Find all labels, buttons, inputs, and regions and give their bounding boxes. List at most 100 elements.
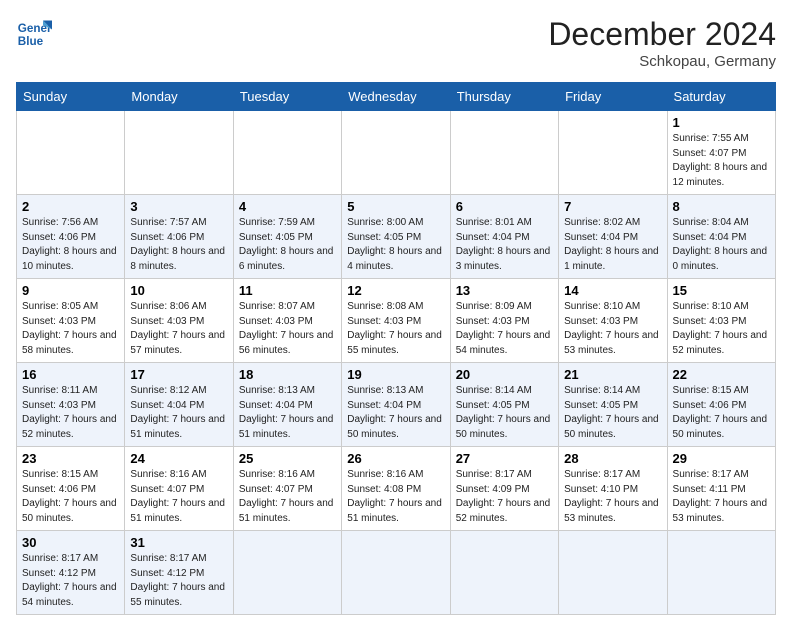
table-row: [450, 531, 558, 615]
day-number: 8: [673, 199, 770, 214]
table-row: 18 Sunrise: 8:13 AM Sunset: 4:04 PM Dayl…: [233, 363, 341, 447]
col-sunday: Sunday: [17, 83, 125, 111]
table-row: 6 Sunrise: 8:01 AM Sunset: 4:04 PM Dayli…: [450, 195, 558, 279]
table-row: 17 Sunrise: 8:12 AM Sunset: 4:04 PM Dayl…: [125, 363, 233, 447]
table-row: 1 Sunrise: 7:55 AM Sunset: 4:07 PM Dayli…: [667, 111, 775, 195]
table-row: [342, 531, 450, 615]
day-number: 25: [239, 451, 336, 466]
table-row: 27 Sunrise: 8:17 AM Sunset: 4:09 PM Dayl…: [450, 447, 558, 531]
day-info: Sunrise: 7:57 AM Sunset: 4:06 PM Dayligh…: [130, 216, 227, 274]
day-info: Sunrise: 8:02 AM Sunset: 4:04 PM Dayligh…: [564, 216, 661, 274]
table-row: 15 Sunrise: 8:10 AM Sunset: 4:03 PM Dayl…: [667, 279, 775, 363]
table-row: 9 Sunrise: 8:05 AM Sunset: 4:03 PM Dayli…: [17, 279, 125, 363]
table-row: 28 Sunrise: 8:17 AM Sunset: 4:10 PM Dayl…: [559, 447, 667, 531]
table-row: 22 Sunrise: 8:15 AM Sunset: 4:06 PM Dayl…: [667, 363, 775, 447]
calendar-week-row: 23 Sunrise: 8:15 AM Sunset: 4:06 PM Dayl…: [17, 447, 776, 531]
day-number: 4: [239, 199, 336, 214]
day-number: 18: [239, 367, 336, 382]
day-info: Sunrise: 8:10 AM Sunset: 4:03 PM Dayligh…: [673, 300, 770, 358]
day-info: Sunrise: 7:59 AM Sunset: 4:05 PM Dayligh…: [239, 216, 336, 274]
day-info: Sunrise: 8:16 AM Sunset: 4:08 PM Dayligh…: [347, 468, 444, 526]
day-number: 23: [22, 451, 119, 466]
day-info: Sunrise: 7:55 AM Sunset: 4:07 PM Dayligh…: [673, 132, 770, 190]
day-number: 14: [564, 283, 661, 298]
day-info: Sunrise: 8:17 AM Sunset: 4:09 PM Dayligh…: [456, 468, 553, 526]
table-row: [667, 531, 775, 615]
col-wednesday: Wednesday: [342, 83, 450, 111]
table-row: 20 Sunrise: 8:14 AM Sunset: 4:05 PM Dayl…: [450, 363, 558, 447]
calendar-week-row: 30 Sunrise: 8:17 AM Sunset: 4:12 PM Dayl…: [17, 531, 776, 615]
month-title: December 2024: [548, 16, 776, 53]
table-row: 16 Sunrise: 8:11 AM Sunset: 4:03 PM Dayl…: [17, 363, 125, 447]
day-info: Sunrise: 8:16 AM Sunset: 4:07 PM Dayligh…: [239, 468, 336, 526]
table-row: 24 Sunrise: 8:16 AM Sunset: 4:07 PM Dayl…: [125, 447, 233, 531]
day-info: Sunrise: 8:16 AM Sunset: 4:07 PM Dayligh…: [130, 468, 227, 526]
day-number: 22: [673, 367, 770, 382]
table-row: 4 Sunrise: 7:59 AM Sunset: 4:05 PM Dayli…: [233, 195, 341, 279]
col-friday: Friday: [559, 83, 667, 111]
day-info: Sunrise: 8:06 AM Sunset: 4:03 PM Dayligh…: [130, 300, 227, 358]
col-thursday: Thursday: [450, 83, 558, 111]
day-number: 17: [130, 367, 227, 382]
calendar-header-row: Sunday Monday Tuesday Wednesday Thursday…: [17, 83, 776, 111]
table-row: [233, 531, 341, 615]
table-row: 11 Sunrise: 8:07 AM Sunset: 4:03 PM Dayl…: [233, 279, 341, 363]
table-row: 14 Sunrise: 8:10 AM Sunset: 4:03 PM Dayl…: [559, 279, 667, 363]
day-number: 5: [347, 199, 444, 214]
day-number: 26: [347, 451, 444, 466]
calendar-table: Sunday Monday Tuesday Wednesday Thursday…: [16, 82, 776, 615]
table-row: [233, 111, 341, 195]
day-number: 13: [456, 283, 553, 298]
day-info: Sunrise: 8:01 AM Sunset: 4:04 PM Dayligh…: [456, 216, 553, 274]
day-info: Sunrise: 8:12 AM Sunset: 4:04 PM Dayligh…: [130, 384, 227, 442]
calendar-week-row: 9 Sunrise: 8:05 AM Sunset: 4:03 PM Dayli…: [17, 279, 776, 363]
day-info: Sunrise: 8:14 AM Sunset: 4:05 PM Dayligh…: [564, 384, 661, 442]
logo-icon: General Blue: [16, 16, 52, 52]
day-number: 24: [130, 451, 227, 466]
table-row: 25 Sunrise: 8:16 AM Sunset: 4:07 PM Dayl…: [233, 447, 341, 531]
day-info: Sunrise: 8:04 AM Sunset: 4:04 PM Dayligh…: [673, 216, 770, 274]
table-row: [342, 111, 450, 195]
table-row: 29 Sunrise: 8:17 AM Sunset: 4:11 PM Dayl…: [667, 447, 775, 531]
page-header: General Blue December 2024 Schkopau, Ger…: [16, 16, 776, 70]
calendar-week-row: 16 Sunrise: 8:11 AM Sunset: 4:03 PM Dayl…: [17, 363, 776, 447]
day-info: Sunrise: 8:09 AM Sunset: 4:03 PM Dayligh…: [456, 300, 553, 358]
col-saturday: Saturday: [667, 83, 775, 111]
table-row: [17, 111, 125, 195]
day-number: 27: [456, 451, 553, 466]
table-row: 30 Sunrise: 8:17 AM Sunset: 4:12 PM Dayl…: [17, 531, 125, 615]
col-monday: Monday: [125, 83, 233, 111]
day-info: Sunrise: 8:08 AM Sunset: 4:03 PM Dayligh…: [347, 300, 444, 358]
calendar-week-row: 2 Sunrise: 7:56 AM Sunset: 4:06 PM Dayli…: [17, 195, 776, 279]
table-row: 19 Sunrise: 8:13 AM Sunset: 4:04 PM Dayl…: [342, 363, 450, 447]
location: Schkopau, Germany: [548, 53, 776, 70]
day-info: Sunrise: 8:13 AM Sunset: 4:04 PM Dayligh…: [239, 384, 336, 442]
calendar-week-row: 1 Sunrise: 7:55 AM Sunset: 4:07 PM Dayli…: [17, 111, 776, 195]
day-number: 7: [564, 199, 661, 214]
col-tuesday: Tuesday: [233, 83, 341, 111]
day-info: Sunrise: 8:14 AM Sunset: 4:05 PM Dayligh…: [456, 384, 553, 442]
logo: General Blue: [16, 16, 52, 52]
day-number: 21: [564, 367, 661, 382]
day-info: Sunrise: 8:05 AM Sunset: 4:03 PM Dayligh…: [22, 300, 119, 358]
day-number: 15: [673, 283, 770, 298]
day-number: 2: [22, 199, 119, 214]
table-row: 5 Sunrise: 8:00 AM Sunset: 4:05 PM Dayli…: [342, 195, 450, 279]
day-number: 6: [456, 199, 553, 214]
day-info: Sunrise: 8:15 AM Sunset: 4:06 PM Dayligh…: [673, 384, 770, 442]
table-row: 31 Sunrise: 8:17 AM Sunset: 4:12 PM Dayl…: [125, 531, 233, 615]
table-row: [559, 531, 667, 615]
table-row: [450, 111, 558, 195]
day-info: Sunrise: 8:17 AM Sunset: 4:11 PM Dayligh…: [673, 468, 770, 526]
title-block: December 2024 Schkopau, Germany: [548, 16, 776, 70]
day-number: 20: [456, 367, 553, 382]
day-info: Sunrise: 8:13 AM Sunset: 4:04 PM Dayligh…: [347, 384, 444, 442]
day-number: 1: [673, 115, 770, 130]
day-info: Sunrise: 8:17 AM Sunset: 4:10 PM Dayligh…: [564, 468, 661, 526]
day-number: 12: [347, 283, 444, 298]
day-info: Sunrise: 8:00 AM Sunset: 4:05 PM Dayligh…: [347, 216, 444, 274]
table-row: 10 Sunrise: 8:06 AM Sunset: 4:03 PM Dayl…: [125, 279, 233, 363]
day-info: Sunrise: 8:11 AM Sunset: 4:03 PM Dayligh…: [22, 384, 119, 442]
table-row: [125, 111, 233, 195]
day-info: Sunrise: 8:07 AM Sunset: 4:03 PM Dayligh…: [239, 300, 336, 358]
